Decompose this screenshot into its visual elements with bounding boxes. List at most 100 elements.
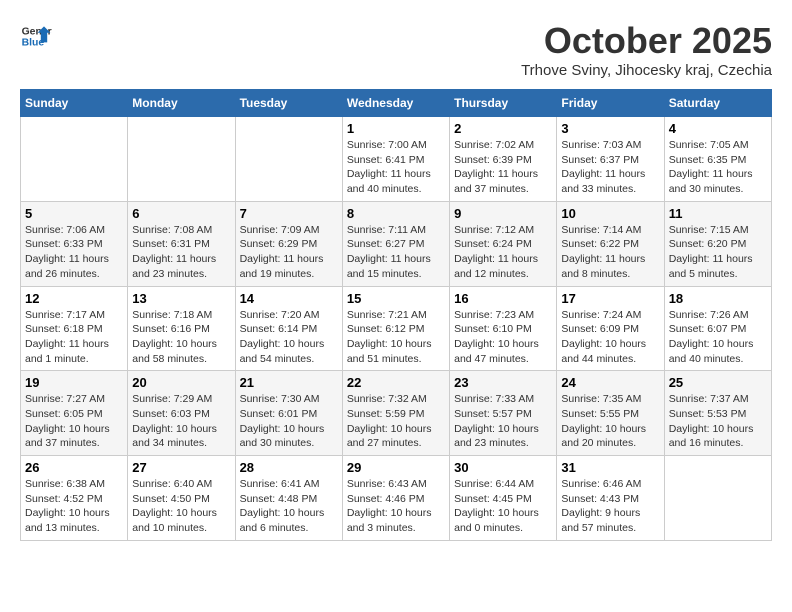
day-info: Sunrise: 6:40 AMSunset: 4:50 PMDaylight:… bbox=[132, 477, 230, 536]
day-number: 19 bbox=[25, 375, 123, 390]
day-number: 30 bbox=[454, 460, 552, 475]
weekday-header-tuesday: Tuesday bbox=[235, 90, 342, 117]
calendar-cell bbox=[21, 117, 128, 202]
calendar-cell: 3 Sunrise: 7:03 AMSunset: 6:37 PMDaylight… bbox=[557, 117, 664, 202]
day-number: 15 bbox=[347, 291, 445, 306]
calendar-cell: 31Sunrise: 6:46 AMSunset: 4:43 PMDayligh… bbox=[557, 456, 664, 541]
day-info: Sunrise: 7:24 AMSunset: 6:09 PMDaylight:… bbox=[561, 308, 659, 367]
day-number: 5 bbox=[25, 206, 123, 221]
month-title: October 2025 bbox=[521, 20, 772, 62]
day-number: 6 bbox=[132, 206, 230, 221]
day-number: 9 bbox=[454, 206, 552, 221]
day-number: 22 bbox=[347, 375, 445, 390]
day-number: 26 bbox=[25, 460, 123, 475]
day-info: Sunrise: 7:32 AMSunset: 5:59 PMDaylight:… bbox=[347, 392, 445, 451]
calendar-cell: 10Sunrise: 7:14 AMSunset: 6:22 PMDayligh… bbox=[557, 201, 664, 286]
logo: General Blue bbox=[20, 20, 52, 52]
day-number: 18 bbox=[669, 291, 767, 306]
day-info: Sunrise: 7:35 AMSunset: 5:55 PMDaylight:… bbox=[561, 392, 659, 451]
day-number: 21 bbox=[240, 375, 338, 390]
weekday-header-friday: Friday bbox=[557, 90, 664, 117]
calendar-cell: 21 Sunrise: 7:30 AMSunset: 6:01 PMDayligh… bbox=[235, 371, 342, 456]
day-info: Sunrise: 7:14 AMSunset: 6:22 PMDaylight:… bbox=[561, 223, 659, 282]
calendar-cell: 14 Sunrise: 7:20 AMSunset: 6:14 PMDayligh… bbox=[235, 286, 342, 371]
day-info: Sunrise: 6:43 AMSunset: 4:46 PMDaylight:… bbox=[347, 477, 445, 536]
calendar-cell: 29Sunrise: 6:43 AMSunset: 4:46 PMDayligh… bbox=[342, 456, 449, 541]
day-number: 7 bbox=[240, 206, 338, 221]
day-number: 28 bbox=[240, 460, 338, 475]
day-info: Sunrise: 7:30 AMSunset: 6:01 PMDaylight:… bbox=[240, 392, 338, 451]
calendar-cell: 11Sunrise: 7:15 AMSunset: 6:20 PMDayligh… bbox=[664, 201, 771, 286]
day-info: Sunrise: 7:20 AMSunset: 6:14 PMDaylight:… bbox=[240, 308, 338, 367]
calendar-cell: 13 Sunrise: 7:18 AMSunset: 6:16 PMDayligh… bbox=[128, 286, 235, 371]
calendar-cell bbox=[235, 117, 342, 202]
day-info: Sunrise: 7:03 AMSunset: 6:37 PMDaylight:… bbox=[561, 138, 659, 197]
week-row-5: 26 Sunrise: 6:38 AMSunset: 4:52 PMDayligh… bbox=[21, 456, 772, 541]
day-number: 25 bbox=[669, 375, 767, 390]
day-number: 1 bbox=[347, 121, 445, 136]
calendar-cell bbox=[128, 117, 235, 202]
day-info: Sunrise: 7:09 AMSunset: 6:29 PMDaylight:… bbox=[240, 223, 338, 282]
day-number: 3 bbox=[561, 121, 659, 136]
calendar-cell: 2 Sunrise: 7:02 AMSunset: 6:39 PMDaylight… bbox=[450, 117, 557, 202]
day-info: Sunrise: 7:33 AMSunset: 5:57 PMDaylight:… bbox=[454, 392, 552, 451]
calendar-cell: 27 Sunrise: 6:40 AMSunset: 4:50 PMDayligh… bbox=[128, 456, 235, 541]
day-info: Sunrise: 7:21 AMSunset: 6:12 PMDaylight:… bbox=[347, 308, 445, 367]
calendar-cell: 15 Sunrise: 7:21 AMSunset: 6:12 PMDayligh… bbox=[342, 286, 449, 371]
day-number: 2 bbox=[454, 121, 552, 136]
calendar-cell: 7 Sunrise: 7:09 AMSunset: 6:29 PMDaylight… bbox=[235, 201, 342, 286]
day-info: Sunrise: 7:26 AMSunset: 6:07 PMDaylight:… bbox=[669, 308, 767, 367]
calendar-cell: 19Sunrise: 7:27 AMSunset: 6:05 PMDayligh… bbox=[21, 371, 128, 456]
calendar-cell: 23 Sunrise: 7:33 AMSunset: 5:57 PMDayligh… bbox=[450, 371, 557, 456]
logo-icon: General Blue bbox=[20, 20, 52, 52]
weekday-header-wednesday: Wednesday bbox=[342, 90, 449, 117]
day-number: 24 bbox=[561, 375, 659, 390]
calendar-table: SundayMondayTuesdayWednesdayThursdayFrid… bbox=[20, 89, 772, 541]
day-info: Sunrise: 6:38 AMSunset: 4:52 PMDaylight:… bbox=[25, 477, 123, 536]
calendar-cell: 5 Sunrise: 7:06 AMSunset: 6:33 PMDaylight… bbox=[21, 201, 128, 286]
day-number: 8 bbox=[347, 206, 445, 221]
day-number: 14 bbox=[240, 291, 338, 306]
weekday-header-sunday: Sunday bbox=[21, 90, 128, 117]
calendar-cell: 9 Sunrise: 7:12 AMSunset: 6:24 PMDaylight… bbox=[450, 201, 557, 286]
calendar-cell: 30 Sunrise: 6:44 AMSunset: 4:45 PMDayligh… bbox=[450, 456, 557, 541]
day-info: Sunrise: 7:17 AMSunset: 6:18 PMDaylight:… bbox=[25, 308, 123, 367]
title-block: October 2025 Trhove Sviny, Jihocesky kra… bbox=[521, 20, 772, 79]
calendar-cell: 8 Sunrise: 7:11 AMSunset: 6:27 PMDaylight… bbox=[342, 201, 449, 286]
day-info: Sunrise: 6:44 AMSunset: 4:45 PMDaylight:… bbox=[454, 477, 552, 536]
weekday-header-monday: Monday bbox=[128, 90, 235, 117]
day-info: Sunrise: 7:12 AMSunset: 6:24 PMDaylight:… bbox=[454, 223, 552, 282]
week-row-4: 19Sunrise: 7:27 AMSunset: 6:05 PMDayligh… bbox=[21, 371, 772, 456]
week-row-2: 5 Sunrise: 7:06 AMSunset: 6:33 PMDaylight… bbox=[21, 201, 772, 286]
calendar-cell: 26 Sunrise: 6:38 AMSunset: 4:52 PMDayligh… bbox=[21, 456, 128, 541]
day-info: Sunrise: 7:29 AMSunset: 6:03 PMDaylight:… bbox=[132, 392, 230, 451]
weekday-header-thursday: Thursday bbox=[450, 90, 557, 117]
day-number: 13 bbox=[132, 291, 230, 306]
calendar-cell: 16Sunrise: 7:23 AMSunset: 6:10 PMDayligh… bbox=[450, 286, 557, 371]
day-info: Sunrise: 6:41 AMSunset: 4:48 PMDaylight:… bbox=[240, 477, 338, 536]
calendar-cell: 22 Sunrise: 7:32 AMSunset: 5:59 PMDayligh… bbox=[342, 371, 449, 456]
calendar-cell: 20Sunrise: 7:29 AMSunset: 6:03 PMDayligh… bbox=[128, 371, 235, 456]
day-info: Sunrise: 7:18 AMSunset: 6:16 PMDaylight:… bbox=[132, 308, 230, 367]
weekday-header-row: SundayMondayTuesdayWednesdayThursdayFrid… bbox=[21, 90, 772, 117]
day-number: 23 bbox=[454, 375, 552, 390]
day-info: Sunrise: 7:06 AMSunset: 6:33 PMDaylight:… bbox=[25, 223, 123, 282]
day-info: Sunrise: 7:11 AMSunset: 6:27 PMDaylight:… bbox=[347, 223, 445, 282]
day-number: 4 bbox=[669, 121, 767, 136]
day-number: 27 bbox=[132, 460, 230, 475]
calendar-cell: 18 Sunrise: 7:26 AMSunset: 6:07 PMDayligh… bbox=[664, 286, 771, 371]
calendar-cell: 25Sunrise: 7:37 AMSunset: 5:53 PMDayligh… bbox=[664, 371, 771, 456]
day-number: 12 bbox=[25, 291, 123, 306]
day-info: Sunrise: 7:00 AMSunset: 6:41 PMDaylight:… bbox=[347, 138, 445, 197]
weekday-header-saturday: Saturday bbox=[664, 90, 771, 117]
week-row-3: 12 Sunrise: 7:17 AMSunset: 6:18 PMDayligh… bbox=[21, 286, 772, 371]
calendar-cell: 12 Sunrise: 7:17 AMSunset: 6:18 PMDayligh… bbox=[21, 286, 128, 371]
day-info: Sunrise: 7:02 AMSunset: 6:39 PMDaylight:… bbox=[454, 138, 552, 197]
week-row-1: 1 Sunrise: 7:00 AMSunset: 6:41 PMDaylight… bbox=[21, 117, 772, 202]
calendar-cell: 28 Sunrise: 6:41 AMSunset: 4:48 PMDayligh… bbox=[235, 456, 342, 541]
page-header: General Blue October 2025 Trhove Sviny, … bbox=[20, 20, 772, 79]
day-number: 16 bbox=[454, 291, 552, 306]
day-number: 11 bbox=[669, 206, 767, 221]
location-subtitle: Trhove Sviny, Jihocesky kraj, Czechia bbox=[521, 62, 772, 79]
calendar-cell: 24 Sunrise: 7:35 AMSunset: 5:55 PMDayligh… bbox=[557, 371, 664, 456]
